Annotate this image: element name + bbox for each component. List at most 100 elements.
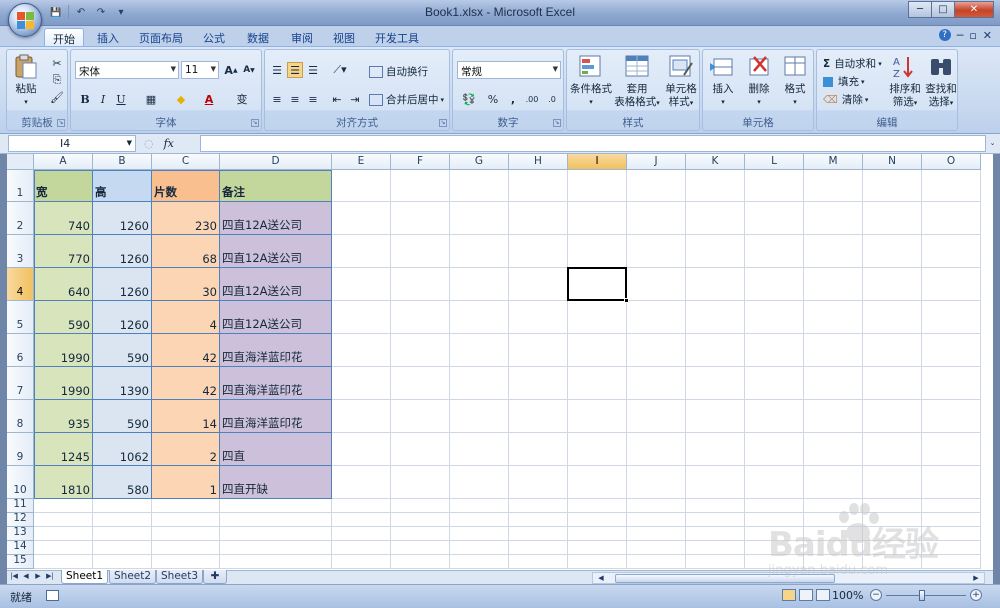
empty-cell[interactable] [922,202,981,235]
phonetic-button[interactable]: 变 [231,91,253,107]
empty-cell[interactable] [509,466,568,499]
table-cell[interactable]: 1260 [93,235,152,268]
zoom-in-icon[interactable]: + [970,589,982,601]
orientation-icon[interactable]: ⟋▾ [329,62,351,78]
table-cell[interactable]: 四直 [220,433,332,466]
empty-cell[interactable] [450,334,509,367]
empty-cell[interactable] [568,235,627,268]
empty-cell[interactable] [922,541,981,555]
alignment-launcher-icon[interactable]: ↘ [439,119,447,127]
row-header-14[interactable]: 14 [7,540,34,555]
table-cell[interactable]: 740 [34,202,93,235]
empty-cell[interactable] [686,400,745,433]
empty-cell[interactable] [391,541,450,555]
table-cell[interactable]: 590 [93,400,152,433]
empty-cell[interactable] [804,541,863,555]
percent-button[interactable]: % [485,91,501,107]
empty-cell[interactable] [804,367,863,400]
empty-cell[interactable] [332,499,391,513]
table-header-cell[interactable]: 高 [93,170,152,202]
table-cell[interactable]: 640 [34,268,93,301]
column-header-k[interactable]: K [686,154,745,170]
table-header-cell[interactable]: 宽 [34,170,93,202]
column-header-j[interactable]: J [627,154,686,170]
empty-cell[interactable] [686,301,745,334]
empty-cell[interactable] [450,555,509,569]
table-cell[interactable]: 580 [93,466,152,499]
tab-home[interactable]: 开始 [44,28,84,46]
sheet-tab-sheet1[interactable]: Sheet1 [61,570,109,584]
empty-cell[interactable] [509,334,568,367]
empty-cell[interactable] [745,541,804,555]
column-header-m[interactable]: M [804,154,863,170]
table-cell[interactable]: 14 [152,400,220,433]
empty-cell[interactable] [804,202,863,235]
empty-cell[interactable] [509,400,568,433]
empty-cell[interactable] [745,202,804,235]
empty-cell[interactable] [804,466,863,499]
empty-cell[interactable] [332,334,391,367]
tab-page-layout[interactable]: 页面布局 [134,28,188,46]
empty-cell[interactable] [509,202,568,235]
empty-cell[interactable] [627,541,686,555]
prev-sheet-icon[interactable]: ◀ [21,572,31,580]
empty-cell[interactable] [509,301,568,334]
empty-cell[interactable] [93,527,152,541]
formula-expand-icon[interactable]: ⌄ [987,136,998,151]
empty-cell[interactable] [863,513,922,527]
empty-cell[interactable] [686,367,745,400]
empty-cell[interactable] [391,433,450,466]
table-cell[interactable]: 四直12A送公司 [220,268,332,301]
empty-cell[interactable] [863,466,922,499]
empty-cell[interactable] [332,555,391,569]
align-center-icon[interactable]: ≡ [287,91,303,107]
column-header-n[interactable]: N [863,154,922,170]
empty-cell[interactable] [450,527,509,541]
grow-font-button[interactable]: A ▲ [223,62,239,78]
empty-cell[interactable] [332,527,391,541]
empty-cell[interactable] [391,555,450,569]
page-break-view-icon[interactable] [816,589,830,601]
normal-view-icon[interactable] [782,589,796,601]
empty-cell[interactable] [450,268,509,301]
empty-cell[interactable] [568,555,627,569]
empty-cell[interactable] [93,555,152,569]
table-cell[interactable]: 四直海洋蓝印花 [220,334,332,367]
empty-cell[interactable] [922,301,981,334]
empty-cell[interactable] [804,513,863,527]
empty-cell[interactable] [627,334,686,367]
empty-cell[interactable] [804,555,863,569]
empty-cell[interactable] [745,334,804,367]
empty-cell[interactable] [686,513,745,527]
empty-cell[interactable] [804,301,863,334]
zoom-level[interactable]: 100% [832,589,863,602]
empty-cell[interactable] [627,235,686,268]
delete-cells-button[interactable]: 删除 ▾ [741,53,777,109]
empty-cell[interactable] [450,202,509,235]
insert-function-icon[interactable]: fx [164,137,174,150]
column-header-l[interactable]: L [745,154,804,170]
empty-cell[interactable] [450,301,509,334]
empty-cell[interactable] [568,334,627,367]
copy-icon[interactable]: ⎘ [49,72,65,88]
font-size-select[interactable]: 11 ▼ [181,61,219,79]
cell-styles-button[interactable]: 单元格 样式▾ [661,53,701,110]
empty-cell[interactable] [220,555,332,569]
decrease-decimal-button[interactable]: .0 [543,91,561,107]
empty-cell[interactable] [745,400,804,433]
font-name-select[interactable]: 宋体 ▼ [75,61,179,79]
tab-formulas[interactable]: 公式 [194,28,234,46]
clear-button[interactable]: ⌫ 清除 ▾ [823,92,868,107]
empty-cell[interactable] [450,433,509,466]
zoom-slider[interactable]: − + [870,589,982,602]
close-button[interactable]: ✕ [954,1,994,18]
help-icon[interactable]: ? [938,29,951,41]
empty-cell[interactable] [152,499,220,513]
empty-cell[interactable] [34,499,93,513]
empty-cell[interactable] [804,268,863,301]
empty-cell[interactable] [568,527,627,541]
row-header-6[interactable]: 6 [7,334,34,367]
empty-cell[interactable] [93,541,152,555]
row-header-4[interactable]: 4 [7,268,34,301]
comma-button[interactable]: , [505,91,521,107]
